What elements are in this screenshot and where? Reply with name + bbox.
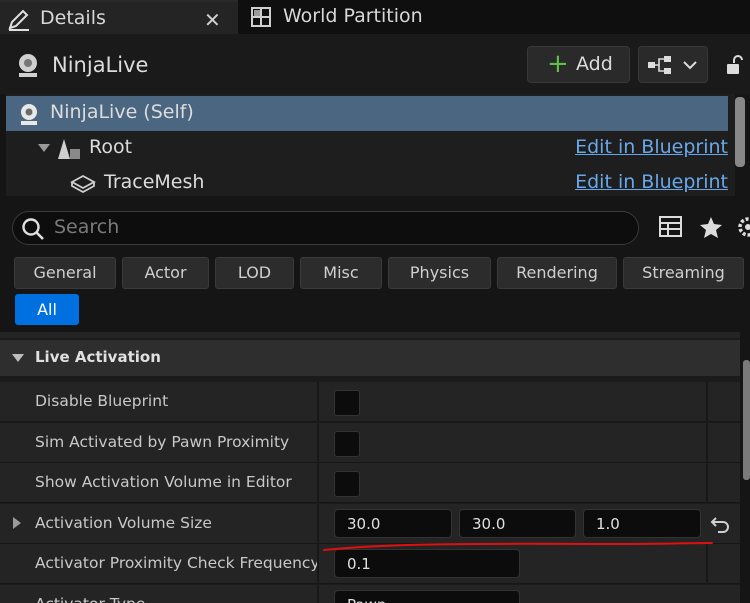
previous-row-edge xyxy=(0,332,740,338)
blueprint-options-button[interactable] xyxy=(638,46,708,83)
tab-bar: Details ✕ World Partition xyxy=(0,0,750,34)
tree-item-label: TraceMesh xyxy=(104,171,205,193)
column-divider xyxy=(317,423,319,463)
activator-type-dropdown[interactable]: Pawn xyxy=(334,590,520,603)
search-icon xyxy=(22,218,44,240)
close-tab-icon[interactable]: ✕ xyxy=(204,8,221,32)
plus-icon: + xyxy=(547,49,569,79)
tab-world-partition[interactable]: World Partition xyxy=(240,0,480,34)
category-rendering-button[interactable]: Rendering xyxy=(497,257,617,289)
column-divider xyxy=(317,504,319,544)
property-label: Disable Blueprint xyxy=(35,392,169,410)
edit-in-blueprint-link[interactable]: Edit in Blueprint xyxy=(575,171,728,193)
tab-details-label: Details xyxy=(40,7,106,29)
tree-item-root[interactable]: Root Edit in Blueprint xyxy=(6,131,728,166)
column-divider xyxy=(706,423,708,463)
disable-blueprint-checkbox[interactable] xyxy=(334,390,360,416)
property-label: Activator Proximity Check Frequency xyxy=(35,554,320,572)
tab-world-partition-label: World Partition xyxy=(283,5,423,27)
add-component-button[interactable]: + Add xyxy=(527,46,630,83)
volume-size-z-field[interactable]: 1.0 xyxy=(583,509,701,538)
component-tree: NinjaLive (Self) Root Edit in Blueprint … xyxy=(6,94,735,196)
scene-component-icon xyxy=(58,139,80,159)
actor-name: NinjaLive xyxy=(52,53,149,77)
tree-item-tracemesh[interactable]: TraceMesh Edit in Blueprint xyxy=(6,166,728,196)
column-divider xyxy=(706,382,708,422)
column-divider xyxy=(317,585,319,603)
collapse-arrow-icon[interactable] xyxy=(12,354,24,363)
category-physics-button[interactable]: Physics xyxy=(388,257,491,289)
category-streaming-button[interactable]: Streaming xyxy=(623,257,744,289)
actor-header: NinjaLive + Add xyxy=(0,34,750,94)
chevron-down-icon xyxy=(683,61,697,70)
search-placeholder: Search xyxy=(54,216,120,238)
property-label: Show Activation Volume in Editor xyxy=(35,473,292,491)
column-divider xyxy=(317,544,319,584)
table-view-icon[interactable] xyxy=(659,216,683,238)
search-input[interactable]: Search xyxy=(12,211,639,245)
column-divider xyxy=(317,463,319,503)
property-row-show-activation-volume: Show Activation Volume in Editor xyxy=(0,463,740,503)
volume-size-y-field[interactable]: 30.0 xyxy=(459,509,576,538)
expand-arrow-icon[interactable] xyxy=(38,144,50,153)
tab-details[interactable]: Details ✕ xyxy=(0,0,238,34)
gear-icon[interactable] xyxy=(734,215,750,239)
category-lod-button[interactable]: LOD xyxy=(215,257,294,289)
tree-item-label: Root xyxy=(89,136,133,158)
property-row-disable-blueprint: Disable Blueprint xyxy=(0,382,740,422)
properties-scrollbar[interactable] xyxy=(743,360,750,480)
actor-icon xyxy=(21,104,37,125)
property-label: Activation Volume Size xyxy=(35,514,212,532)
property-row-activator-type: Activator Type Pawn xyxy=(0,585,740,603)
static-mesh-icon xyxy=(70,174,96,194)
properties-panel: Live Activation Disable Blueprint Sim Ac… xyxy=(0,332,740,603)
pencil-icon xyxy=(8,9,29,31)
sim-activated-checkbox[interactable] xyxy=(334,431,360,457)
show-activation-volume-checkbox[interactable] xyxy=(334,471,360,497)
section-live-activation[interactable]: Live Activation xyxy=(0,340,740,376)
expand-arrow-icon[interactable] xyxy=(13,517,22,530)
category-actor-button[interactable]: Actor xyxy=(122,257,209,289)
category-all-button[interactable]: All xyxy=(15,294,79,325)
category-misc-button[interactable]: Misc xyxy=(300,257,382,289)
tree-scrollbar[interactable] xyxy=(735,97,745,167)
lock-icon[interactable] xyxy=(724,54,746,76)
annotation-underline xyxy=(323,542,713,551)
volume-size-x-field[interactable]: 30.0 xyxy=(334,509,452,538)
world-partition-icon xyxy=(251,7,271,27)
tree-item-self[interactable]: NinjaLive (Self) xyxy=(6,96,728,131)
section-title: Live Activation xyxy=(35,348,161,366)
property-label: Sim Activated by Pawn Proximity xyxy=(35,433,290,451)
column-divider xyxy=(317,382,319,422)
add-button-label: Add xyxy=(576,53,613,75)
column-divider xyxy=(706,463,708,503)
category-general-button[interactable]: General xyxy=(14,257,116,289)
property-label: Activator Type xyxy=(35,595,145,603)
hierarchy-icon xyxy=(648,56,671,74)
edit-in-blueprint-link[interactable]: Edit in Blueprint xyxy=(575,136,728,158)
tree-item-label: NinjaLive (Self) xyxy=(50,101,194,123)
star-icon[interactable] xyxy=(699,216,723,238)
reset-to-default-icon[interactable] xyxy=(710,515,732,533)
property-row-sim-activated: Sim Activated by Pawn Proximity xyxy=(0,423,740,463)
actor-icon xyxy=(19,54,37,77)
